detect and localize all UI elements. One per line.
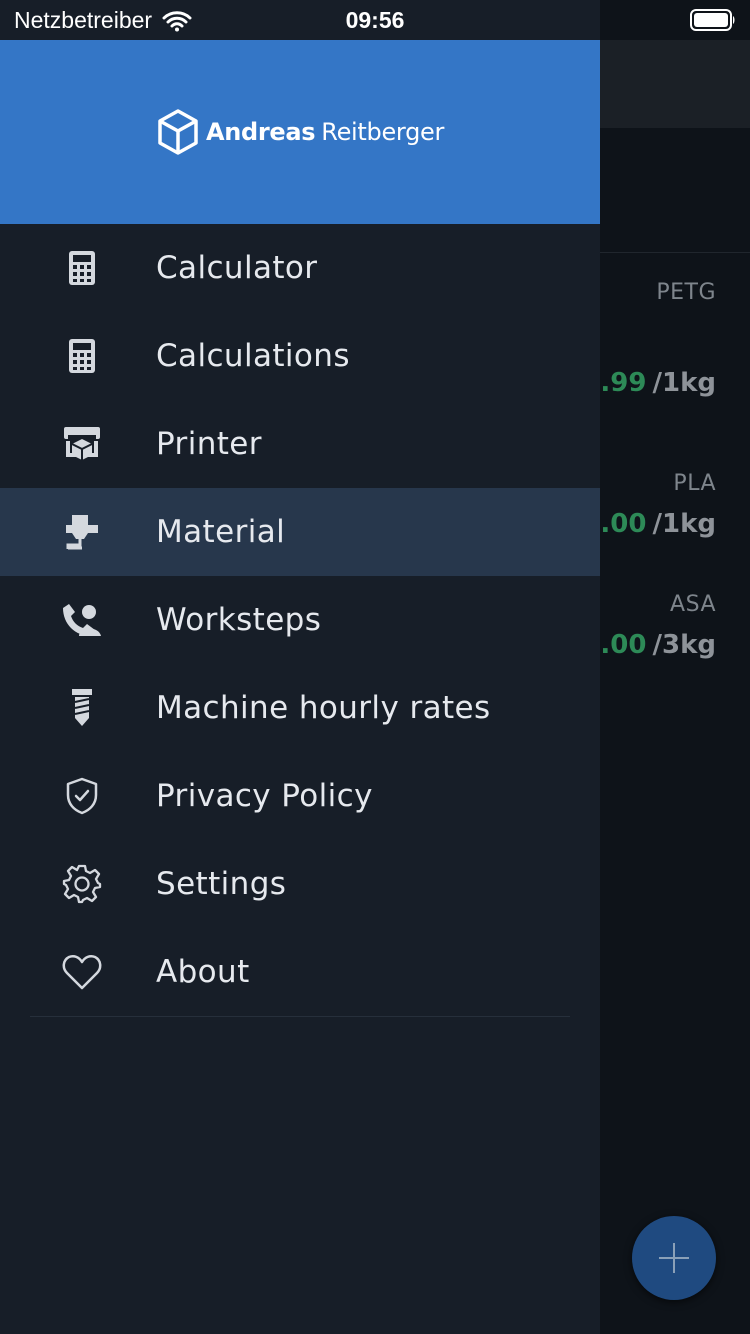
background-divider [600, 252, 750, 253]
gear-icon [60, 864, 104, 904]
menu-item-label: Material [156, 514, 286, 550]
price-unit: /3kg [652, 630, 717, 660]
worksteps-icon [60, 600, 104, 640]
printer-icon [60, 424, 104, 464]
heart-icon [60, 952, 104, 992]
battery-icon [690, 9, 735, 31]
menu-item-label: Machine hourly rates [156, 690, 491, 726]
brand-logo: Andreas Reitberger [156, 108, 444, 156]
menu-divider [30, 1016, 570, 1017]
price-unit: /1kg [652, 509, 717, 539]
calculator-icon [60, 248, 104, 288]
status-time: 09:56 [345, 7, 405, 33]
brand-last-name: Reitberger [321, 118, 445, 146]
menu-item-machine-hourly-rates[interactable]: Machine hourly rates [0, 664, 600, 752]
material-icon [60, 512, 104, 552]
menu-item-calculations[interactable]: Calculations [0, 312, 600, 400]
calculator-icon [60, 336, 104, 376]
material-type-asa: ASA [670, 592, 716, 617]
menu-item-label: Calculator [156, 250, 318, 286]
menu-item-label: Settings [156, 866, 287, 902]
navigation-drawer: Andreas Reitberger Calculator Calculatio… [0, 0, 600, 1334]
shield-check-icon [60, 776, 104, 816]
drawer-header: Andreas Reitberger [0, 40, 600, 224]
menu-item-label: Worksteps [156, 602, 322, 638]
menu-item-calculator[interactable]: Calculator [0, 224, 600, 312]
menu-item-worksteps[interactable]: Worksteps [0, 576, 600, 664]
plus-icon [659, 1243, 689, 1273]
material-price-asa: 0.00/3kg [582, 630, 716, 660]
menu-item-label: Privacy Policy [156, 778, 373, 814]
drawer-menu: Calculator Calculations Printer Material… [0, 224, 600, 1016]
drill-icon [60, 688, 104, 728]
menu-item-about[interactable]: About [0, 928, 600, 1016]
material-price-petg: 0.99/1kg [582, 368, 716, 398]
status-bar: Netzbetreiber 09:56 [0, 0, 750, 40]
material-price-pla: 0.00/1kg [582, 509, 716, 539]
menu-item-material[interactable]: Material [0, 488, 600, 576]
add-material-button[interactable] [632, 1216, 716, 1300]
menu-item-label: About [156, 954, 250, 990]
cube-logo-icon [158, 109, 198, 155]
brand-first-name: Andreas [205, 118, 316, 146]
price-unit: /1kg [652, 368, 717, 398]
material-type-pla: PLA [673, 471, 716, 496]
menu-item-label: Printer [156, 426, 262, 462]
menu-item-label: Calculations [156, 338, 350, 374]
menu-item-printer[interactable]: Printer [0, 400, 600, 488]
menu-item-privacy-policy[interactable]: Privacy Policy [0, 752, 600, 840]
material-type-petg: PETG [656, 280, 716, 305]
menu-item-settings[interactable]: Settings [0, 840, 600, 928]
